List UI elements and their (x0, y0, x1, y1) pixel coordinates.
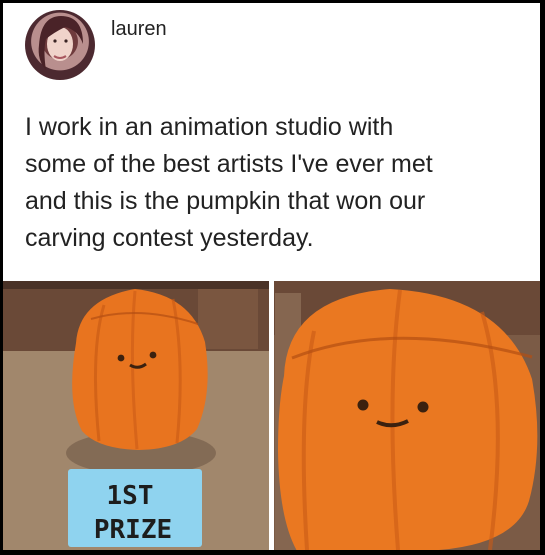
username[interactable]: lauren (111, 18, 167, 41)
prize-card: 1ST PRIZE (68, 469, 202, 547)
avatar[interactable] (25, 10, 95, 80)
post-images: 1ST PRIZE (3, 281, 540, 550)
avatar-face-icon (38, 16, 83, 70)
post-header: lauren (25, 10, 505, 82)
prize-card-line-1: 1ST (107, 481, 154, 511)
post-text: I work in an animation studio with some … (25, 113, 433, 252)
pumpkin-closeup-photo[interactable] (274, 281, 540, 550)
post-card: lauren I work in an animation studio wit… (3, 3, 540, 550)
prize-card-line-2: PRIZE (94, 515, 172, 545)
pumpkin-prize-photo[interactable]: 1ST PRIZE (3, 281, 269, 550)
